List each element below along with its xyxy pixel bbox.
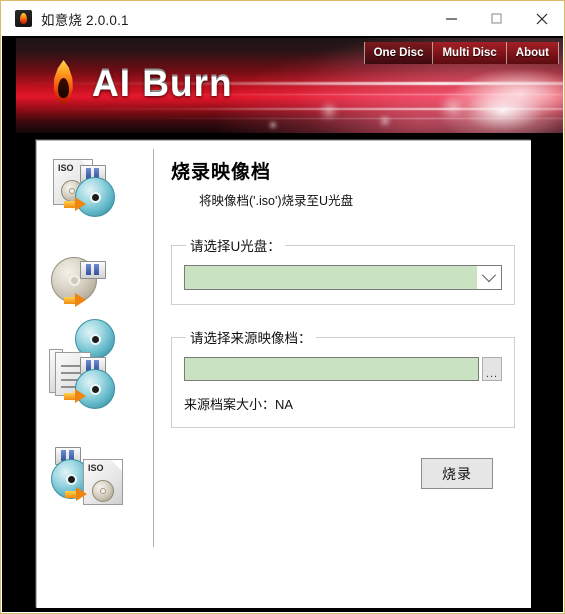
sidebar-item-iso-to-usb[interactable]	[49, 155, 135, 227]
title-bar: 如意烧 2.0.0.1	[1, 1, 564, 36]
banner-bubble	[266, 118, 280, 132]
browse-button[interactable]: ...	[482, 357, 502, 381]
tab-about[interactable]: About	[506, 42, 559, 64]
logo-text: AI Burn	[92, 62, 233, 103]
page-subtitle: 将映像档('.iso')烧录至U光盘	[199, 194, 354, 208]
tab-one-disc[interactable]: One Disc	[363, 42, 434, 64]
flame-logo-icon	[46, 60, 80, 106]
source-path-input[interactable]	[184, 357, 479, 381]
panel-divider	[153, 149, 154, 547]
burn-button-row: 烧录	[171, 458, 515, 489]
content-panel: 烧录映像档 将映像档('.iso')烧录至U光盘 请选择U光盘： 请选择来源映像…	[36, 140, 531, 608]
window-title: 如意烧 2.0.0.1	[41, 12, 129, 28]
maximize-button[interactable]	[474, 1, 519, 36]
burn-form: 烧录映像档 将映像档('.iso')烧录至U光盘 请选择U光盘： 请选择来源映像…	[171, 157, 515, 489]
banner-glow	[413, 66, 563, 133]
source-image-row: ...	[184, 357, 502, 381]
transfer-arrow-icon	[65, 487, 89, 501]
banner-bubble	[376, 112, 394, 130]
close-button[interactable]	[519, 1, 564, 36]
usb-disc-legend: 请选择U光盘：	[190, 239, 281, 254]
burn-button[interactable]: 烧录	[421, 458, 493, 489]
transfer-arrow-icon	[64, 293, 88, 307]
page-title: 烧录映像档	[171, 162, 272, 183]
usb-disc-row	[184, 265, 502, 290]
iso-file-icon	[83, 459, 123, 505]
banner-bubble	[436, 90, 470, 124]
sidebar-item-disc-to-usb[interactable]	[49, 251, 135, 359]
app-banner: AI Burn One Disc Multi Disc About	[16, 38, 563, 133]
source-filesize: 来源档案大小：NA	[184, 397, 294, 412]
window-controls	[429, 1, 564, 36]
source-image-legend: 请选择来源映像档：	[190, 331, 312, 346]
transfer-arrow-icon	[64, 389, 88, 403]
nav-tabs: One Disc Multi Disc About	[363, 42, 559, 64]
banner-bubble	[316, 98, 342, 124]
app-logo: AI Burn	[46, 60, 233, 106]
usb-connector-icon	[80, 261, 106, 279]
usb-disc-group: 请选择U光盘：	[171, 235, 515, 305]
minimize-button[interactable]	[429, 1, 474, 36]
transfer-arrow-icon	[64, 197, 88, 211]
sidebar-item-usb-to-iso[interactable]	[49, 443, 135, 515]
source-image-group: 请选择来源映像档： ... 来源档案大小：NA	[171, 327, 515, 428]
app-frame: AI Burn One Disc Multi Disc About ISO IS…	[2, 36, 563, 612]
sidebar-item-files-to-usb[interactable]	[49, 347, 135, 419]
chevron-down-icon[interactable]	[477, 266, 501, 289]
app-window: 如意烧 2.0.0.1 AI Burn One Disc Multi Disc …	[0, 0, 565, 614]
tab-multi-disc[interactable]: Multi Disc	[433, 42, 507, 64]
flame-icon	[15, 10, 32, 27]
usb-disc-select[interactable]	[184, 265, 502, 290]
sidebar	[49, 155, 149, 539]
